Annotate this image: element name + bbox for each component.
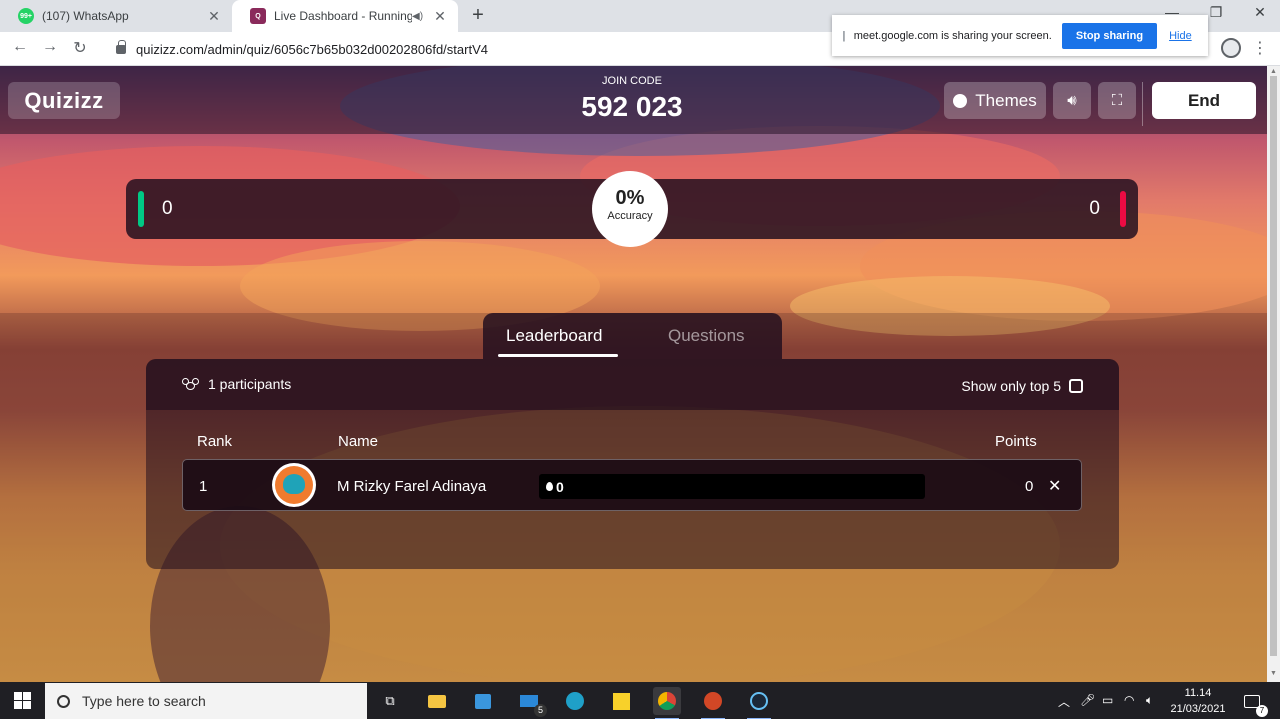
active-tab-indicator <box>498 354 618 357</box>
mail-badge: 5 <box>534 704 547 717</box>
top5-toggle[interactable]: Show only top 5 <box>961 378 1083 394</box>
accuracy-percent: 0% <box>615 187 645 209</box>
tab-live-dashboard[interactable]: Q Live Dashboard - Running ◀) ✕ <box>232 0 458 32</box>
store-icon[interactable] <box>469 687 497 715</box>
leaderboard-panel: 1 participants Show only top 5 Rank Name… <box>146 359 1119 569</box>
tab-title: (107) WhatsApp <box>42 9 129 23</box>
share-message: meet.google.com is sharing your screen. <box>853 29 1052 42</box>
divider <box>1142 82 1143 126</box>
leaderboard-header: 1 participants Show only top 5 <box>146 359 1119 410</box>
scrollbar-thumb[interactable] <box>1270 76 1277 656</box>
join-code: 592 023 <box>581 91 683 122</box>
url-text: quizizz.com/admin/quiz/6056c7b65b032d002… <box>136 41 488 57</box>
address-bar[interactable]: quizizz.com/admin/quiz/6056c7b65b032d002… <box>106 35 826 63</box>
search-placeholder: Type here to search <box>82 693 206 709</box>
stop-sharing-button[interactable]: Stop sharing <box>1061 22 1158 49</box>
sticky-notes-icon[interactable] <box>607 687 635 715</box>
screen-share-bar: || meet.google.com is sharing your scree… <box>832 15 1208 56</box>
microphone-icon[interactable]: 🎤︎ <box>1080 693 1095 707</box>
task-view-icon[interactable]: ⧉ <box>376 687 404 715</box>
themes-label: Themes <box>975 90 1037 110</box>
back-icon[interactable]: ← <box>8 38 32 60</box>
forward-icon[interactable]: → <box>38 38 62 60</box>
streak-count: 0 <box>556 478 564 495</box>
top5-label: Show only top 5 <box>961 378 1061 394</box>
end-button[interactable]: End <box>1152 82 1256 119</box>
tab-whatsapp[interactable]: 99+ (107) WhatsApp ✕ <box>0 0 232 32</box>
windows-taskbar: Type here to search ⧉ 5 ︿ 🎤︎ ▭ ◠ 🔈︎ 11.1… <box>0 682 1280 719</box>
steam-icon[interactable] <box>745 687 773 719</box>
top5-checkbox[interactable] <box>1069 379 1083 393</box>
volume-icon: 🔊︎ <box>1067 92 1077 109</box>
close-icon[interactable]: ✕ <box>206 8 222 25</box>
join-code-label: JOIN CODE <box>602 75 662 87</box>
tab-leaderboard[interactable]: Leaderboard <box>506 326 602 346</box>
speaker-icon[interactable]: ◀) <box>412 11 428 22</box>
powerpoint-icon[interactable] <box>699 687 727 719</box>
scroll-down-icon[interactable]: ▼ <box>1270 670 1277 677</box>
fullscreen-button[interactable]: ⛶ <box>1098 82 1136 119</box>
volume-tray-icon[interactable]: 🔈︎ <box>1146 693 1153 708</box>
chrome-icon[interactable] <box>653 687 681 719</box>
participants-label: 1 participants <box>208 376 292 392</box>
people-icon <box>182 378 200 390</box>
correct-indicator <box>138 191 144 227</box>
themes-button[interactable]: Themes <box>944 82 1046 119</box>
search-icon <box>57 694 70 708</box>
clock-date: 21/03/2021 <box>1170 703 1226 715</box>
flame-icon <box>546 482 553 491</box>
windows-start-icon[interactable] <box>14 692 31 709</box>
table-row[interactable]: 1 M Rizky Farel Adinaya 0 0 ✕ <box>182 459 1082 511</box>
edge-icon[interactable] <box>561 687 589 715</box>
close-window-icon[interactable]: ✕ <box>1238 4 1280 21</box>
drag-handle-icon[interactable]: || <box>842 30 845 42</box>
tab-title: Live Dashboard - Running <box>274 9 412 23</box>
quizizz-favicon-icon: Q <box>250 8 266 24</box>
battery-icon[interactable]: ▭ <box>1102 693 1113 707</box>
whatsapp-icon: 99+ <box>18 8 34 24</box>
column-rank: Rank <box>197 433 233 450</box>
notification-icon[interactable]: 7 <box>1238 687 1268 717</box>
incorrect-count: 0 <box>1089 198 1100 219</box>
quizizz-logo[interactable]: Quizizz <box>8 82 120 119</box>
lock-icon <box>116 39 126 54</box>
new-tab-button[interactable]: + <box>466 4 490 27</box>
view-tabs: Leaderboard Questions <box>483 313 782 359</box>
hide-link[interactable]: Hide <box>1169 30 1192 42</box>
page-scrollbar[interactable]: ▲ ▼ <box>1267 66 1280 682</box>
participants-count: 1 participants <box>182 376 291 392</box>
column-points: Points <box>995 433 1037 450</box>
reload-icon[interactable]: ↻ <box>68 38 92 60</box>
taskbar-search[interactable]: Type here to search <box>45 683 367 719</box>
profile-avatar[interactable] <box>1221 38 1241 58</box>
chevron-up-icon[interactable]: ︿ <box>1058 693 1070 710</box>
row-points: 0 <box>1025 478 1034 495</box>
progress-bar: 0 <box>539 474 925 499</box>
tab-questions[interactable]: Questions <box>668 326 745 346</box>
incorrect-indicator <box>1120 191 1126 227</box>
row-name: M Rizky Farel Adinaya <box>337 478 487 495</box>
dashboard-page: Quizizz JOIN CODE 592 023 Themes 🔊︎ ⛶ En… <box>0 66 1267 682</box>
row-rank: 1 <box>199 478 208 495</box>
palette-icon <box>953 93 968 108</box>
clock-time: 11.14 <box>1184 687 1212 699</box>
accuracy-circle: 0% Accuracy <box>592 171 668 247</box>
sound-button[interactable]: 🔊︎ <box>1053 82 1091 119</box>
column-name: Name <box>338 433 379 450</box>
accuracy-label: Accuracy <box>607 210 653 222</box>
wifi-icon[interactable]: ◠ <box>1124 693 1134 707</box>
file-explorer-icon[interactable] <box>423 687 451 715</box>
remove-icon[interactable]: ✕ <box>1048 476 1061 496</box>
fullscreen-icon: ⛶ <box>1111 92 1123 109</box>
correct-count: 0 <box>162 198 173 219</box>
top-bar: Quizizz JOIN CODE 592 023 Themes 🔊︎ ⛶ En… <box>0 66 1267 134</box>
notification-badge: 7 <box>1256 705 1268 717</box>
system-clock[interactable]: 11.14 21/03/2021 <box>1166 685 1230 717</box>
monster-avatar-icon <box>283 474 305 494</box>
avatar <box>272 463 316 507</box>
mail-icon[interactable]: 5 <box>515 687 547 717</box>
close-icon[interactable]: ✕ <box>432 8 448 25</box>
scroll-up-icon[interactable]: ▲ <box>1270 68 1277 75</box>
menu-icon[interactable]: ⋮ <box>1252 38 1268 58</box>
